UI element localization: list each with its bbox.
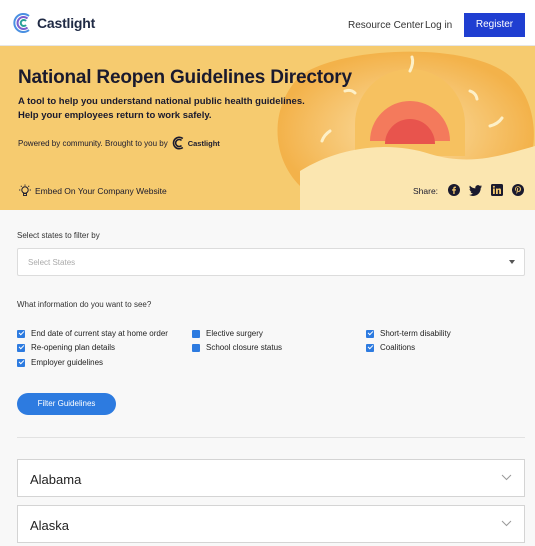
filter-section: Select states to filter by Select States… <box>0 210 535 546</box>
checkbox-label: Re-opening plan details <box>31 343 116 352</box>
states-select-placeholder: Select States <box>28 258 76 267</box>
checkbox-school-closure[interactable]: School closure status <box>192 343 282 352</box>
embed-link[interactable]: Embed On Your Company Website <box>18 184 167 198</box>
hero-subtitle-line1: A tool to help you understand national p… <box>18 96 305 107</box>
linkedin-icon[interactable] <box>491 184 504 198</box>
checkbox-checked-icon[interactable] <box>366 343 374 352</box>
embed-text: Embed On Your Company Website <box>35 186 167 196</box>
castlight-logo[interactable]: Castlight <box>12 11 95 35</box>
chevron-down-icon[interactable] <box>501 520 512 527</box>
castlight-mini-logo-icon <box>172 136 184 150</box>
checkbox-checked-icon[interactable] <box>17 329 25 338</box>
state-card-alabama[interactable]: Alabama <box>17 459 525 497</box>
facebook-icon[interactable] <box>448 184 461 198</box>
checkbox-icon[interactable] <box>192 329 200 338</box>
checkbox-label: Coalitions <box>380 343 416 352</box>
divider <box>17 437 525 438</box>
login-link[interactable]: Log in <box>425 20 452 31</box>
page-title: National Reopen Guidelines Directory <box>18 67 352 88</box>
mini-logo-text: Castlight <box>187 138 220 148</box>
castlight-logo-mark-icon <box>13 13 30 33</box>
share-bar: Share: <box>413 184 533 198</box>
register-button[interactable]: Register <box>464 13 525 37</box>
pinterest-icon[interactable] <box>512 184 525 198</box>
hero-subtitle: A tool to help you understand national p… <box>18 95 318 123</box>
hero-banner: National Reopen Guidelines Directory A t… <box>0 46 535 210</box>
state-card-alaska[interactable]: Alaska <box>17 505 525 543</box>
logo-text: Castlight <box>37 15 96 31</box>
state-name: Alaska <box>30 518 70 533</box>
chevron-down-icon[interactable] <box>501 474 512 481</box>
checkbox-reopening-plan[interactable]: Re-opening plan details <box>17 343 115 352</box>
castlight-mini-logo[interactable]: Castlight <box>172 136 220 150</box>
powered-by-text: Powered by community. Brought to you by <box>18 138 168 148</box>
checkbox-label: School closure status <box>206 343 283 352</box>
lightbulb-icon <box>19 184 31 196</box>
checkbox-short-term-disability[interactable]: Short-term disability <box>366 329 451 338</box>
hero-subtitle-line2: Help your employees return to work safel… <box>18 110 212 121</box>
states-filter-label: Select states to filter by <box>17 231 100 240</box>
checkbox-checked-icon[interactable] <box>366 329 374 338</box>
checkbox-label: End date of current stay at home order <box>31 329 168 338</box>
checkbox-coalitions[interactable]: Coalitions <box>366 343 415 352</box>
filter-guidelines-button[interactable]: Filter Guidelines <box>17 393 116 415</box>
checkbox-label: Elective surgery <box>206 329 263 338</box>
caret-down-icon <box>509 260 515 264</box>
resource-center-link[interactable]: Resource Center <box>348 20 424 31</box>
powered-by: Powered by community. Brought to you by … <box>18 136 220 150</box>
checkbox-label: Short-term disability <box>380 329 451 338</box>
top-navbar: Castlight Resource Center Log in Registe… <box>0 0 535 46</box>
checkbox-elective-surgery[interactable]: Elective surgery <box>192 329 263 338</box>
info-filter-label: What information do you want to see? <box>17 300 152 309</box>
state-name: Alabama <box>30 472 82 487</box>
checkbox-checked-icon[interactable] <box>17 358 25 367</box>
states-select[interactable]: Select States <box>17 248 525 276</box>
checkbox-label: Employer guidelines <box>31 358 104 367</box>
checkbox-employer-guidelines[interactable]: Employer guidelines <box>17 358 103 367</box>
share-label: Share: <box>413 186 439 196</box>
checkbox-icon[interactable] <box>192 343 200 352</box>
twitter-icon[interactable] <box>469 184 483 198</box>
checkbox-end-date[interactable]: End date of current stay at home order <box>17 329 168 338</box>
checkbox-checked-icon[interactable] <box>17 343 25 352</box>
